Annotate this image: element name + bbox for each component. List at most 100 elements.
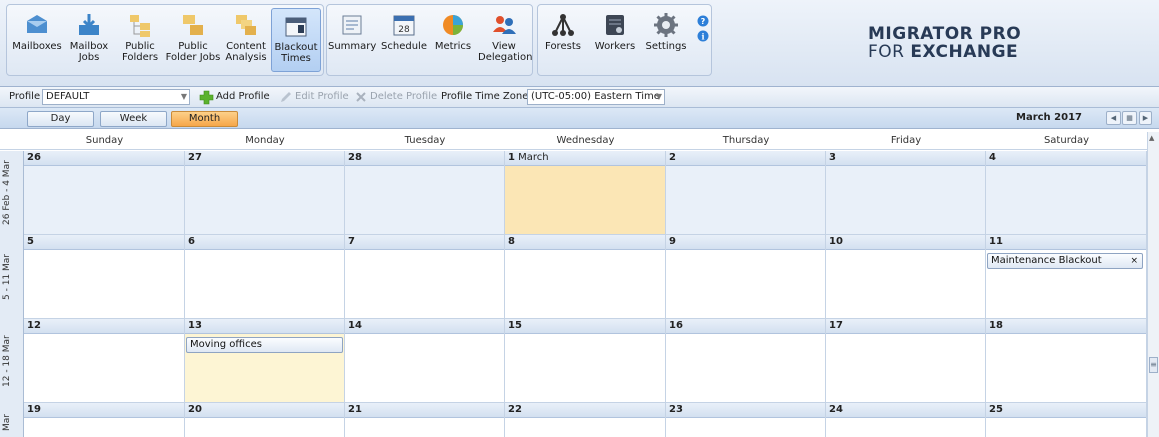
day-number: 24 bbox=[826, 403, 985, 418]
public-folders-button[interactable]: Public Folders bbox=[118, 8, 162, 72]
blackout-times-icon bbox=[285, 17, 307, 37]
vertical-scrollbar[interactable]: ▲ ≡ bbox=[1147, 132, 1159, 437]
ribbon-toolbar: Mailboxes Mailbox Jobs Public Folders Pu… bbox=[0, 0, 1159, 87]
day-cell[interactable]: 7 bbox=[345, 235, 505, 319]
edit-profile-button[interactable]: Edit Profile bbox=[295, 90, 349, 104]
day-cell[interactable]: 16 bbox=[666, 319, 826, 403]
day-cell[interactable]: 21 bbox=[345, 403, 505, 437]
day-cell[interactable]: 20 bbox=[185, 403, 345, 437]
day-cell[interactable]: 8 bbox=[505, 235, 666, 319]
day-cell[interactable]: 1 March bbox=[505, 151, 666, 235]
settings-button[interactable]: Settings bbox=[644, 8, 688, 72]
day-cell[interactable]: 6 bbox=[185, 235, 345, 319]
public-folder-jobs-label: Public Folder Jobs bbox=[165, 41, 221, 63]
appointment-moving-offices[interactable]: Moving offices bbox=[186, 337, 343, 353]
profile-toolbar: Profile DEFAULT ▼ Add Profile Edit Profil… bbox=[0, 87, 1159, 108]
day-cell[interactable]: 28 bbox=[345, 151, 505, 235]
day-cell[interactable]: 4 bbox=[986, 151, 1147, 235]
logo-for: FOR bbox=[868, 42, 911, 62]
week-row: 26 Feb - 4 Mar 26 27 28 1 March 2 3 4 bbox=[0, 151, 1147, 235]
calendar-picker-button[interactable]: ▦ bbox=[1122, 111, 1137, 125]
mailbox-jobs-button[interactable]: Mailbox Jobs bbox=[65, 8, 113, 72]
day-number-text: 1 bbox=[508, 152, 515, 163]
view-delegation-button[interactable]: View Delegation bbox=[478, 8, 533, 72]
schedule-label: Schedule bbox=[381, 41, 427, 52]
day-number-text: 24 bbox=[829, 404, 843, 415]
month-view-button[interactable]: Month bbox=[171, 111, 238, 127]
weekday-header-3: Wednesday bbox=[556, 135, 615, 146]
svg-text:?: ? bbox=[701, 17, 706, 26]
day-cell[interactable]: 27 bbox=[185, 151, 345, 235]
day-number: 4 bbox=[986, 151, 1146, 166]
day-cell[interactable]: 17 bbox=[826, 319, 986, 403]
blackout-times-button[interactable]: Blackout Times bbox=[271, 8, 321, 72]
logo-exchange: EXCHANGE bbox=[910, 42, 1019, 62]
day-cell[interactable]: 23 bbox=[666, 403, 826, 437]
day-number: 18 bbox=[986, 319, 1146, 334]
week-view-button[interactable]: Week bbox=[100, 111, 167, 127]
day-number: 5 bbox=[24, 235, 184, 250]
month-start-label: March bbox=[518, 152, 549, 163]
scrollbar-thumb[interactable]: ≡ bbox=[1149, 357, 1158, 373]
day-cell[interactable]: 15 bbox=[505, 319, 666, 403]
time-zone-select[interactable]: (UTC-05:00) Eastern Time ▼ bbox=[527, 89, 665, 105]
scroll-up-icon[interactable]: ▲ bbox=[1149, 134, 1154, 142]
previous-month-button[interactable]: ◀ bbox=[1106, 111, 1121, 125]
forests-icon bbox=[552, 14, 574, 36]
day-number-text: 16 bbox=[669, 320, 683, 331]
metrics-button[interactable]: Metrics bbox=[434, 8, 472, 72]
close-icon[interactable]: × bbox=[1130, 254, 1138, 268]
content-analysis-button[interactable]: Content Analysis bbox=[223, 8, 269, 72]
content-analysis-label: Content Analysis bbox=[225, 41, 267, 63]
help-icon[interactable]: ? bbox=[697, 15, 709, 27]
day-cell[interactable]: 14 bbox=[345, 319, 505, 403]
mailboxes-button[interactable]: Mailboxes bbox=[12, 8, 62, 72]
day-number: 11 bbox=[986, 235, 1146, 250]
day-view-button[interactable]: Day bbox=[27, 111, 94, 127]
forests-button[interactable]: Forests bbox=[541, 8, 585, 72]
day-cell[interactable]: 11 bbox=[986, 235, 1147, 319]
day-number-text: 19 bbox=[27, 404, 41, 415]
content-analysis-icon bbox=[236, 15, 256, 35]
day-number-text: 6 bbox=[188, 236, 195, 247]
profile-select-value: DEFAULT bbox=[46, 91, 90, 102]
day-cell[interactable]: 12 bbox=[24, 319, 185, 403]
delete-profile-button[interactable]: Delete Profile bbox=[370, 90, 437, 104]
day-cell[interactable]: 26 bbox=[24, 151, 185, 235]
day-cell[interactable]: 13 bbox=[185, 319, 345, 403]
day-number: 3 bbox=[826, 151, 985, 166]
forests-label: Forests bbox=[545, 41, 581, 52]
month-calendar: Sunday Monday Tuesday Wednesday Thursday Frid… bbox=[0, 132, 1147, 437]
info-icon[interactable]: i bbox=[697, 30, 709, 42]
day-number: 7 bbox=[345, 235, 504, 250]
view-delegation-label: View Delegation bbox=[478, 41, 533, 63]
day-cell[interactable]: 24 bbox=[826, 403, 986, 437]
profile-select[interactable]: DEFAULT ▼ bbox=[42, 89, 190, 105]
day-cell[interactable]: 19 bbox=[24, 403, 185, 437]
day-number-text: 21 bbox=[348, 404, 362, 415]
day-cell[interactable]: 10 bbox=[826, 235, 986, 319]
workers-button[interactable]: Workers bbox=[592, 8, 638, 72]
public-folder-jobs-button[interactable]: Public Folder Jobs bbox=[163, 8, 223, 72]
day-number: 19 bbox=[24, 403, 184, 418]
next-month-button[interactable]: ▶ bbox=[1139, 111, 1152, 125]
day-cell[interactable]: 25 bbox=[986, 403, 1147, 437]
profile-time-zone-label: Profile Time Zone bbox=[441, 91, 529, 102]
summary-icon bbox=[342, 15, 362, 35]
day-number: 22 bbox=[505, 403, 665, 418]
schedule-button[interactable]: 28 Schedule bbox=[379, 8, 429, 72]
add-profile-button[interactable]: Add Profile bbox=[216, 90, 270, 104]
weekday-header-5: Friday bbox=[890, 135, 922, 146]
day-cell[interactable]: 22 bbox=[505, 403, 666, 437]
day-cell[interactable]: 5 bbox=[24, 235, 185, 319]
summary-button[interactable]: Summary bbox=[328, 8, 376, 72]
weekday-header-1: Monday bbox=[245, 135, 285, 146]
schedule-icon: 28 bbox=[393, 15, 415, 36]
day-number-text: 9 bbox=[669, 236, 676, 247]
day-cell[interactable]: 9 bbox=[666, 235, 826, 319]
appointment-maintenance-blackout[interactable]: Maintenance Blackout × bbox=[987, 253, 1143, 269]
week-row: 12 - 18 Mar 12 13 14 15 16 17 18 bbox=[0, 319, 1147, 403]
day-cell[interactable]: 2 bbox=[666, 151, 826, 235]
day-cell[interactable]: 3 bbox=[826, 151, 986, 235]
day-cell[interactable]: 18 bbox=[986, 319, 1147, 403]
